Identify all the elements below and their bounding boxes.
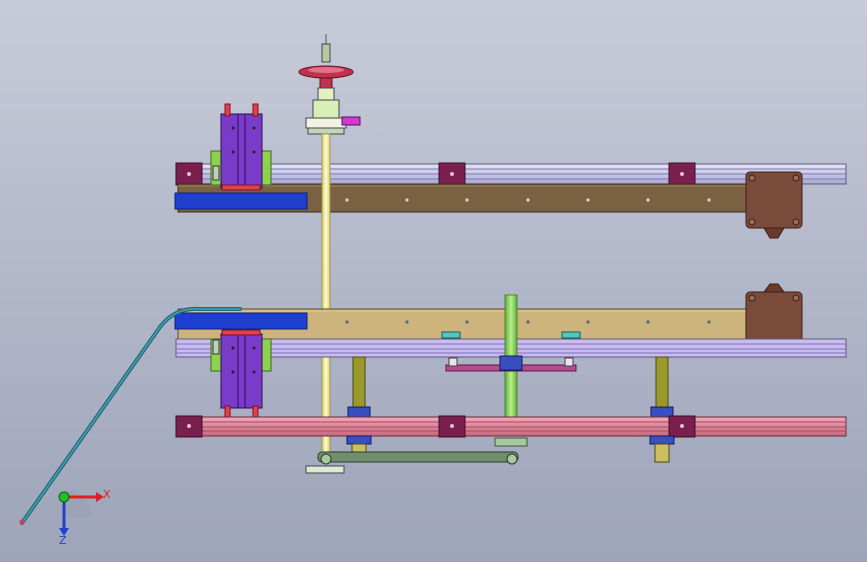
handwheel[interactable]	[298, 34, 354, 89]
bottom-linkage[interactable]	[305, 451, 519, 474]
lower-carrier-plate[interactable]	[445, 355, 577, 372]
assembly-model[interactable]: X Z	[0, 0, 867, 562]
vertical-drive-shaft[interactable]	[321, 133, 331, 460]
support-post-right[interactable]	[650, 356, 674, 418]
support-post-left[interactable]	[347, 356, 371, 418]
y-axis-dot	[58, 491, 70, 503]
lower-slide-assembly[interactable]	[210, 329, 272, 419]
bearing-right	[649, 435, 675, 463]
z-axis-label: Z	[59, 534, 67, 547]
cad-viewport[interactable]: X Z	[0, 0, 867, 562]
shaft-coupling	[305, 87, 361, 135]
orientation-triad: X Z	[58, 488, 111, 547]
cable-end	[19, 519, 25, 525]
upper-motor[interactable]	[745, 171, 803, 239]
bottom-rail[interactable]	[175, 416, 847, 437]
lower-blue-bar[interactable]	[174, 312, 308, 330]
bearing-middle	[494, 437, 528, 447]
x-axis-label: X	[103, 488, 111, 501]
upper-blue-bar[interactable]	[174, 192, 308, 210]
upper-slide-assembly[interactable]	[210, 103, 272, 191]
